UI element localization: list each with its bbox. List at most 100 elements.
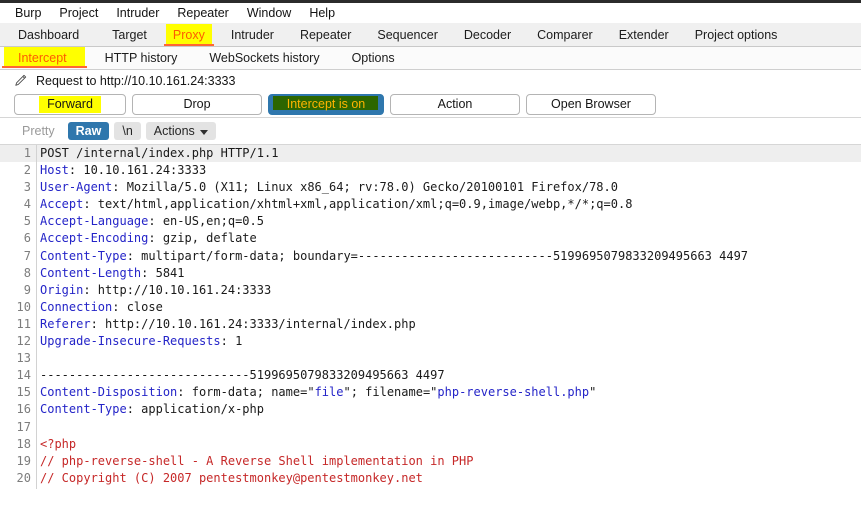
- menu-item-intruder[interactable]: Intruder: [107, 3, 168, 23]
- editor-line: 2 Host: 10.10.161.24:3333: [0, 162, 861, 179]
- menu-item-project[interactable]: Project: [50, 3, 107, 23]
- tab-project-options[interactable]: Project options: [682, 23, 791, 46]
- subtab-label: HTTP history: [104, 51, 178, 65]
- request-editor[interactable]: 1 POST /internal/index.php HTTP/1.1 2 Host:…: [0, 144, 861, 489]
- line-content: Origin: http://10.10.161.24:3333: [40, 282, 861, 299]
- subtab-label: WebSockets history: [209, 51, 320, 65]
- line-content: Upgrade-Insecure-Requests: 1: [40, 333, 861, 350]
- tab-intruder[interactable]: Intruder: [218, 23, 287, 46]
- line-segment: Content-Disposition: [40, 385, 178, 400]
- tab-extender[interactable]: Extender: [606, 23, 682, 46]
- line-content: Content-Type: application/x-php: [40, 401, 861, 418]
- line-number: 7: [23, 248, 31, 263]
- line-content: -----------------------------51996950798…: [40, 367, 861, 384]
- line-segment: Accept-Encoding: [40, 231, 149, 246]
- line-number: 1: [23, 146, 31, 160]
- line-segment: Referer: [40, 316, 91, 331]
- open-browser-button-label: Open Browser: [551, 97, 631, 111]
- tab-proxy[interactable]: Proxy: [160, 23, 218, 46]
- subtab-http-history[interactable]: HTTP history: [89, 47, 194, 69]
- editor-line: 17: [0, 419, 861, 436]
- editor-line: 6 Accept-Encoding: gzip, deflate: [0, 230, 861, 247]
- tab-label: Dashboard: [18, 27, 80, 42]
- newline-toggle-button[interactable]: \n: [114, 122, 141, 140]
- action-button-label: Action: [437, 97, 473, 111]
- line-number: 2: [23, 163, 31, 178]
- subtab-label: Options: [351, 51, 395, 65]
- main-tab-bar: Dashboard Target Proxy Intruder Repeater Sequ…: [0, 23, 861, 47]
- editor-line: 11 Referer: http://10.10.161.24:3333/inte…: [0, 316, 861, 333]
- open-browser-button[interactable]: Open Browser: [526, 93, 656, 115]
- line-number: 14: [16, 368, 31, 383]
- menu-item-burp[interactable]: Burp: [6, 3, 50, 23]
- tab-label: Comparer: [537, 27, 593, 42]
- line-number: 4: [23, 197, 31, 212]
- editor-line: 16 Content-Type: application/x-php: [0, 401, 861, 418]
- raw-view-label: Raw: [75, 124, 102, 138]
- tab-label: Sequencer: [377, 27, 438, 42]
- line-content: // php-reverse-shell - A Reverse Shell i…: [40, 453, 861, 470]
- tab-comparer[interactable]: Comparer: [524, 23, 606, 46]
- line-segment: : application/x-php: [126, 402, 264, 417]
- line-segment: Content-Length: [40, 265, 142, 280]
- forward-button-label: Forward: [47, 97, 93, 111]
- drop-button[interactable]: Drop: [132, 93, 262, 115]
- line-content: // Copyright (C) 2007 pentestmonkey@pent…: [40, 470, 861, 487]
- raw-view-button[interactable]: Raw: [67, 122, 110, 140]
- actions-dropdown-label: Actions: [153, 124, 195, 138]
- line-number: 15: [16, 385, 31, 400]
- line-segment: : en-US,en;q=0.5: [148, 214, 264, 229]
- editor-line: 1 POST /internal/index.php HTTP/1.1: [0, 145, 861, 163]
- line-segment: : Mozilla/5.0 (X11; Linux x86_64; rv:78.…: [112, 180, 618, 195]
- menu-item-help[interactable]: Help: [300, 3, 344, 23]
- editor-line: 19 // php-reverse-shell - A Reverse Shell…: [0, 453, 861, 470]
- tab-target[interactable]: Target: [99, 23, 160, 46]
- line-number: 17: [16, 419, 31, 434]
- line-number: 9: [23, 282, 31, 297]
- subtab-intercept[interactable]: Intercept: [0, 47, 89, 69]
- editor-line: 8 Content-Length: 5841: [0, 265, 861, 282]
- line-segment: Origin: [40, 282, 84, 297]
- line-segment: // Copyright (C) 2007 pentestmonkey@pent…: [40, 470, 423, 485]
- line-segment: Host: [40, 163, 69, 178]
- pretty-view-button[interactable]: Pretty: [14, 122, 63, 140]
- actions-dropdown-button[interactable]: Actions: [145, 122, 216, 140]
- line-segment: : text/html,application/xhtml+xml,applic…: [83, 197, 633, 212]
- line-segment: Connection: [40, 299, 113, 314]
- line-segment: POST /internal/index.php HTTP/1.1: [40, 146, 279, 160]
- subtab-label: Intercept: [18, 51, 67, 65]
- editor-line: 3 User-Agent: Mozilla/5.0 (X11; Linux x86…: [0, 179, 861, 196]
- tab-repeater[interactable]: Repeater: [287, 23, 364, 46]
- request-title-text: Request to http://10.10.161.24:3333: [36, 73, 236, 88]
- line-segment: Accept-Language: [40, 214, 149, 229]
- tab-sequencer[interactable]: Sequencer: [364, 23, 450, 46]
- line-segment: file: [314, 385, 344, 400]
- gutter-separator: [36, 145, 37, 489]
- intercept-action-bar: Forward Drop Intercept is on Action Open…: [0, 91, 861, 118]
- drop-button-label: Drop: [183, 97, 211, 111]
- line-content: Content-Disposition: form-data; name="fi…: [40, 384, 861, 401]
- line-segment: -----------------------------51996950798…: [40, 368, 445, 383]
- menu-item-window[interactable]: Window: [238, 3, 300, 23]
- action-button[interactable]: Action: [390, 93, 520, 115]
- tab-dashboard[interactable]: Dashboard: [0, 23, 99, 46]
- line-segment: ": [589, 385, 597, 400]
- line-segment: // php-reverse-shell - A Reverse Shell i…: [40, 453, 474, 468]
- line-number: 6: [23, 231, 31, 246]
- pencil-icon: [15, 74, 27, 86]
- editor-line: 9 Origin: http://10.10.161.24:3333: [0, 282, 861, 299]
- menu-item-repeater[interactable]: Repeater: [168, 3, 237, 23]
- request-editor-lines: 1 POST /internal/index.php HTTP/1.1 2 Host:…: [0, 145, 861, 487]
- line-content: Referer: http://10.10.161.24:3333/intern…: [40, 316, 861, 333]
- tab-decoder[interactable]: Decoder: [451, 23, 524, 46]
- line-segment: Upgrade-Insecure-Requests: [40, 334, 221, 349]
- line-content: Accept-Encoding: gzip, deflate: [40, 230, 861, 247]
- line-number: 20: [16, 470, 31, 485]
- line-content: Content-Length: 5841: [40, 265, 861, 282]
- subtab-options[interactable]: Options: [336, 47, 411, 69]
- subtab-websockets-history[interactable]: WebSockets history: [193, 47, 335, 69]
- intercept-toggle-button[interactable]: Intercept is on: [268, 93, 384, 115]
- request-title-row: Request to http://10.10.161.24:3333: [0, 70, 861, 91]
- editor-line: 20 // Copyright (C) 2007 pentestmonkey@pe…: [0, 470, 861, 487]
- forward-button[interactable]: Forward: [14, 93, 126, 115]
